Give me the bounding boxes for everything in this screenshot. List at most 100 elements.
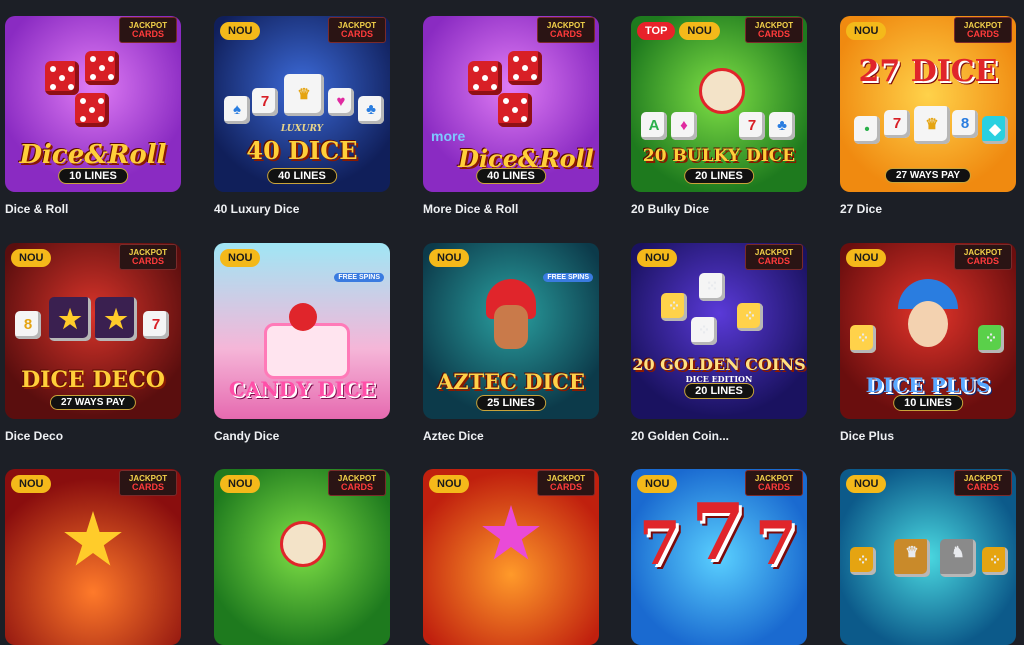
badge-group: NOU	[220, 475, 261, 493]
game-card-candy-dice[interactable]: NOU FREE SPINS CANDY DICE Candy Dice	[214, 243, 390, 443]
badge-group: NOU	[11, 475, 52, 493]
new-badge: NOU	[11, 249, 52, 267]
jester-icon	[280, 521, 326, 567]
new-badge: NOU	[679, 22, 720, 40]
new-badge: NOU	[220, 475, 261, 493]
game-thumbnail[interactable]: NOU JACKPOT CARDS ⁘ ⁘ DICE PLUS 10 LINES	[840, 243, 1016, 419]
jackpot-cards-logo: JACKPOT CARDS	[119, 470, 177, 496]
game-logo-text: 27 DICE	[858, 54, 998, 89]
new-badge: NOU	[846, 475, 887, 493]
jackpot-cards-logo: JACKPOT CARDS	[745, 244, 803, 270]
jester-icon: A ♦ 7 ♣	[641, 68, 797, 148]
game-thumbnail[interactable]: NOU JACKPOT CARDS ⁘ ♛ ♞ ⁘	[840, 469, 1016, 645]
jackpot-cards-logo: JACKPOT CARDS	[537, 470, 595, 496]
game-thumbnail[interactable]: NOU JACKPOT CARDS ♠ 7 ♛ ♥ ♣ LUXURY 40 DIC…	[214, 16, 390, 192]
free-spins-badge: FREE SPINS	[543, 273, 593, 282]
game-lines-badge: 20 LINES	[684, 168, 754, 184]
game-logo-text: 20 BULKY DICE	[642, 146, 796, 166]
game-ways-badge: 27 WAYS PAY	[884, 168, 972, 183]
game-title[interactable]: Candy Dice	[214, 429, 279, 443]
game-thumbnail[interactable]: NOU JACKPOT CARDS 8 ★ ★ 7 DICE DECO 27 WA…	[5, 243, 181, 419]
jackpot-cards-logo: JACKPOT CARDS	[954, 244, 1012, 270]
game-card-row3-3[interactable]: NOU JACKPOT CARDS	[423, 469, 599, 645]
game-logo-text: DICE PLUS	[865, 373, 991, 397]
jackpot-cards-logo: JACKPOT CARDS	[745, 17, 803, 43]
game-thumbnail[interactable]: NOU JACKPOT CARDS	[423, 469, 599, 645]
game-thumbnail[interactable]: JACKPOT CARDS more Dice&Roll 40 LINES	[423, 16, 599, 192]
game-thumbnail[interactable]: NOU FREE SPINS AZTEC DICE 25 LINES	[423, 243, 599, 419]
badge-group: NOU	[846, 249, 887, 267]
game-card-dice-deco[interactable]: NOU JACKPOT CARDS 8 ★ ★ 7 DICE DECO 27 WA…	[5, 243, 181, 443]
game-title[interactable]: 20 Golden Coin...	[631, 429, 729, 443]
badge-group: NOU	[637, 249, 678, 267]
game-card-dice-plus[interactable]: NOU JACKPOT CARDS ⁘ ⁘ DICE PLUS 10 LINES …	[840, 243, 1016, 443]
dice-icon: ⁘ ♛ ♞ ⁘	[850, 539, 1008, 579]
game-logo-text: CANDY DICE	[228, 377, 376, 401]
game-card-aztec-dice[interactable]: NOU FREE SPINS AZTEC DICE 25 LINES Aztec…	[423, 243, 599, 443]
game-thumbnail[interactable]: NOU JACKPOT CARDS 7 7 7	[631, 469, 807, 645]
badge-group: NOU	[846, 22, 887, 40]
seven-icon: 7	[639, 509, 681, 579]
jackpot-cards-logo: JACKPOT CARDS	[119, 244, 177, 270]
game-thumbnail[interactable]: NOU JACKPOT CARDS	[5, 469, 181, 645]
jackpot-cards-logo: JACKPOT CARDS	[119, 17, 177, 43]
badge-group: NOU	[429, 249, 470, 267]
jackpot-cards-logo: JACKPOT CARDS	[328, 470, 386, 496]
dice-icon	[468, 51, 568, 141]
seven-icon: 7	[691, 487, 746, 578]
game-grid: JACKPOT CARDS Dice&Roll 10 LINES Dice & R…	[0, 0, 1024, 645]
game-lines-badge: 40 LINES	[267, 168, 337, 184]
badge-group: NOU	[220, 22, 261, 40]
game-title[interactable]: More Dice & Roll	[423, 202, 518, 216]
new-badge: NOU	[637, 249, 678, 267]
top-badge: TOP	[637, 22, 676, 40]
game-logo-text: Dice&Roll	[19, 140, 167, 170]
game-thumbnail[interactable]: JACKPOT CARDS Dice&Roll 10 LINES	[5, 16, 181, 192]
game-lines-badge: 20 LINES	[684, 383, 754, 399]
game-title[interactable]: 27 Dice	[840, 202, 882, 216]
game-title[interactable]: 20 Bulky Dice	[631, 202, 709, 216]
game-lines-badge: 40 LINES	[476, 168, 546, 184]
game-card-20-bulky-dice[interactable]: TOP NOU JACKPOT CARDS A ♦ 7 ♣ 20 BULKY DI…	[631, 16, 807, 216]
dice-icon: 8 ★ ★ 7	[15, 287, 171, 367]
game-title[interactable]: Dice Deco	[5, 429, 63, 443]
game-card-dice-roll[interactable]: JACKPOT CARDS Dice&Roll 10 LINES Dice & R…	[5, 16, 181, 216]
game-card-40-luxury-dice[interactable]: NOU JACKPOT CARDS ♠ 7 ♛ ♥ ♣ LUXURY 40 DIC…	[214, 16, 390, 216]
game-card-more-dice-roll[interactable]: JACKPOT CARDS more Dice&Roll 40 LINES Mor…	[423, 16, 599, 216]
game-lines-badge: 25 LINES	[476, 395, 546, 411]
game-card-row3-2[interactable]: NOU JACKPOT CARDS	[214, 469, 390, 645]
badge-group: NOU	[846, 475, 887, 493]
game-ways-badge: 27 WAYS PAY	[49, 395, 137, 410]
game-card-row3-1[interactable]: NOU JACKPOT CARDS	[5, 469, 181, 645]
badge-group: NOU	[11, 249, 52, 267]
jester-icon: ⁘ ⁘	[850, 279, 1006, 369]
aztec-warrior-icon	[478, 279, 544, 369]
jackpot-cards-logo: JACKPOT CARDS	[954, 17, 1012, 43]
game-thumbnail[interactable]: NOU JACKPOT CARDS	[214, 469, 390, 645]
jackpot-cards-logo: JACKPOT CARDS	[745, 470, 803, 496]
game-title[interactable]: Aztec Dice	[423, 429, 484, 443]
game-card-27-dice[interactable]: NOU JACKPOT CARDS 27 DICE • 7 ♛ 8 ◆ 27 WA…	[840, 16, 1016, 216]
new-badge: NOU	[429, 475, 470, 493]
game-title[interactable]: Dice Plus	[840, 429, 894, 443]
dice-icon: ⁘ ⁙ ⁘ ⁘	[651, 273, 791, 353]
game-thumbnail[interactable]: NOU JACKPOT CARDS 27 DICE • 7 ♛ 8 ◆ 27 WA…	[840, 16, 1016, 192]
dice-icon: • 7 ♛ 8 ◆	[854, 106, 1008, 166]
game-thumbnail[interactable]: TOP NOU JACKPOT CARDS A ♦ 7 ♣ 20 BULKY DI…	[631, 16, 807, 192]
game-card-row3-4[interactable]: NOU JACKPOT CARDS 7 7 7	[631, 469, 807, 645]
game-card-20-golden-coins[interactable]: NOU JACKPOT CARDS ⁘ ⁙ ⁘ ⁘ 20 GOLDEN COINS…	[631, 243, 807, 443]
game-title[interactable]: Dice & Roll	[5, 202, 68, 216]
game-card-row3-5[interactable]: NOU JACKPOT CARDS ⁘ ♛ ♞ ⁘	[840, 469, 1016, 645]
game-logo-text: 40 DICE	[246, 136, 358, 165]
game-thumbnail[interactable]: NOU JACKPOT CARDS ⁘ ⁙ ⁘ ⁘ 20 GOLDEN COINS…	[631, 243, 807, 419]
game-title[interactable]: 40 Luxury Dice	[214, 202, 299, 216]
dice-icon: ♠ 7 ♛ ♥ ♣	[224, 66, 384, 146]
game-lines-badge: 10 LINES	[58, 168, 128, 184]
jackpot-cards-logo: JACKPOT CARDS	[328, 17, 386, 43]
badge-group: NOU	[429, 475, 470, 493]
jackpot-cards-logo: JACKPOT CARDS	[537, 17, 595, 43]
game-thumbnail[interactable]: NOU FREE SPINS CANDY DICE	[214, 243, 390, 419]
star-icon	[482, 505, 540, 560]
new-badge: NOU	[637, 475, 678, 493]
cake-icon	[254, 303, 354, 379]
